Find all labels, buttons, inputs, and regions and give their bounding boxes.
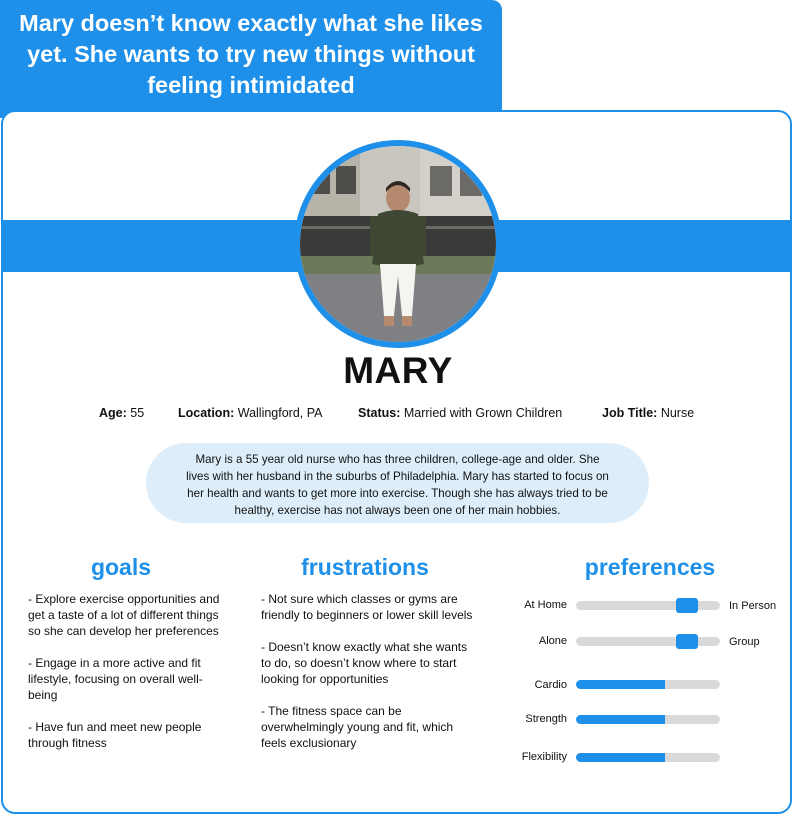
bio-text: Mary is a 55 year old nurse who has thre…	[146, 443, 649, 523]
frustrations-title: frustrations	[301, 554, 429, 580]
status-label: Status:	[358, 406, 401, 420]
bar-label-flexibility: Flexibility	[521, 751, 567, 763]
job-field: Job Title: Nurse	[602, 406, 694, 420]
bar-label-strength: Strength	[525, 713, 567, 725]
profile-photo-frame	[294, 140, 502, 348]
frustration-item: - Doesn’t know exactly what she wants to…	[261, 640, 468, 686]
goal-item: - Explore exercise opportunities and get…	[28, 592, 220, 638]
at-home-in-person-slider	[576, 598, 720, 613]
persona-name: MARY	[343, 350, 453, 391]
location-value: Wallingford, PA	[237, 406, 323, 420]
job-value: Nurse	[660, 406, 695, 420]
age-label: Age:	[99, 406, 127, 420]
goal-item: - Have fun and meet new people through f…	[28, 720, 202, 750]
age-value: 55	[130, 406, 145, 420]
cardio-bar-fill	[576, 680, 666, 689]
slider-label-alone: Alone	[538, 635, 567, 647]
slider-knob	[675, 598, 698, 613]
location-field: Location: Wallingford, PA	[178, 406, 323, 420]
location-label: Location:	[178, 406, 235, 420]
alone-group-slider	[576, 634, 720, 649]
profile-photo	[300, 146, 496, 342]
slider-label-at-home: At Home	[524, 599, 567, 611]
strength-bar	[576, 715, 720, 724]
flexibility-bar-fill	[576, 753, 666, 762]
flexibility-bar	[576, 753, 720, 762]
status-field: Status: Married with Grown Children	[358, 406, 562, 420]
bar-label-cardio: Cardio	[534, 679, 567, 691]
age-field: Age: 55	[99, 406, 144, 420]
goal-item: - Engage in a more active and fit lifest…	[28, 656, 203, 702]
goals-list: - Explore exercise opportunities and get…	[28, 591, 224, 767]
frustration-item: - The fitness space can be overwhelmingl…	[261, 704, 454, 750]
slider-label-group: Group	[729, 636, 760, 648]
status-value: Married with Grown Children	[403, 406, 563, 420]
preferences-title: preferences	[584, 554, 716, 580]
quote-text: Mary doesn’t know exactly what she likes…	[19, 10, 483, 98]
slider-knob	[675, 634, 698, 649]
quote-banner: Mary doesn’t know exactly what she likes…	[0, 0, 502, 118]
goals-title: goals	[90, 554, 152, 580]
strength-bar-fill	[576, 715, 666, 724]
frustrations-list: - Not sure which classes or gyms are fri…	[261, 591, 473, 767]
slider-label-in-person: In Person	[729, 600, 777, 612]
frustration-item: - Not sure which classes or gyms are fri…	[261, 592, 473, 622]
cardio-bar	[576, 680, 720, 689]
job-label: Job Title:	[602, 406, 658, 420]
